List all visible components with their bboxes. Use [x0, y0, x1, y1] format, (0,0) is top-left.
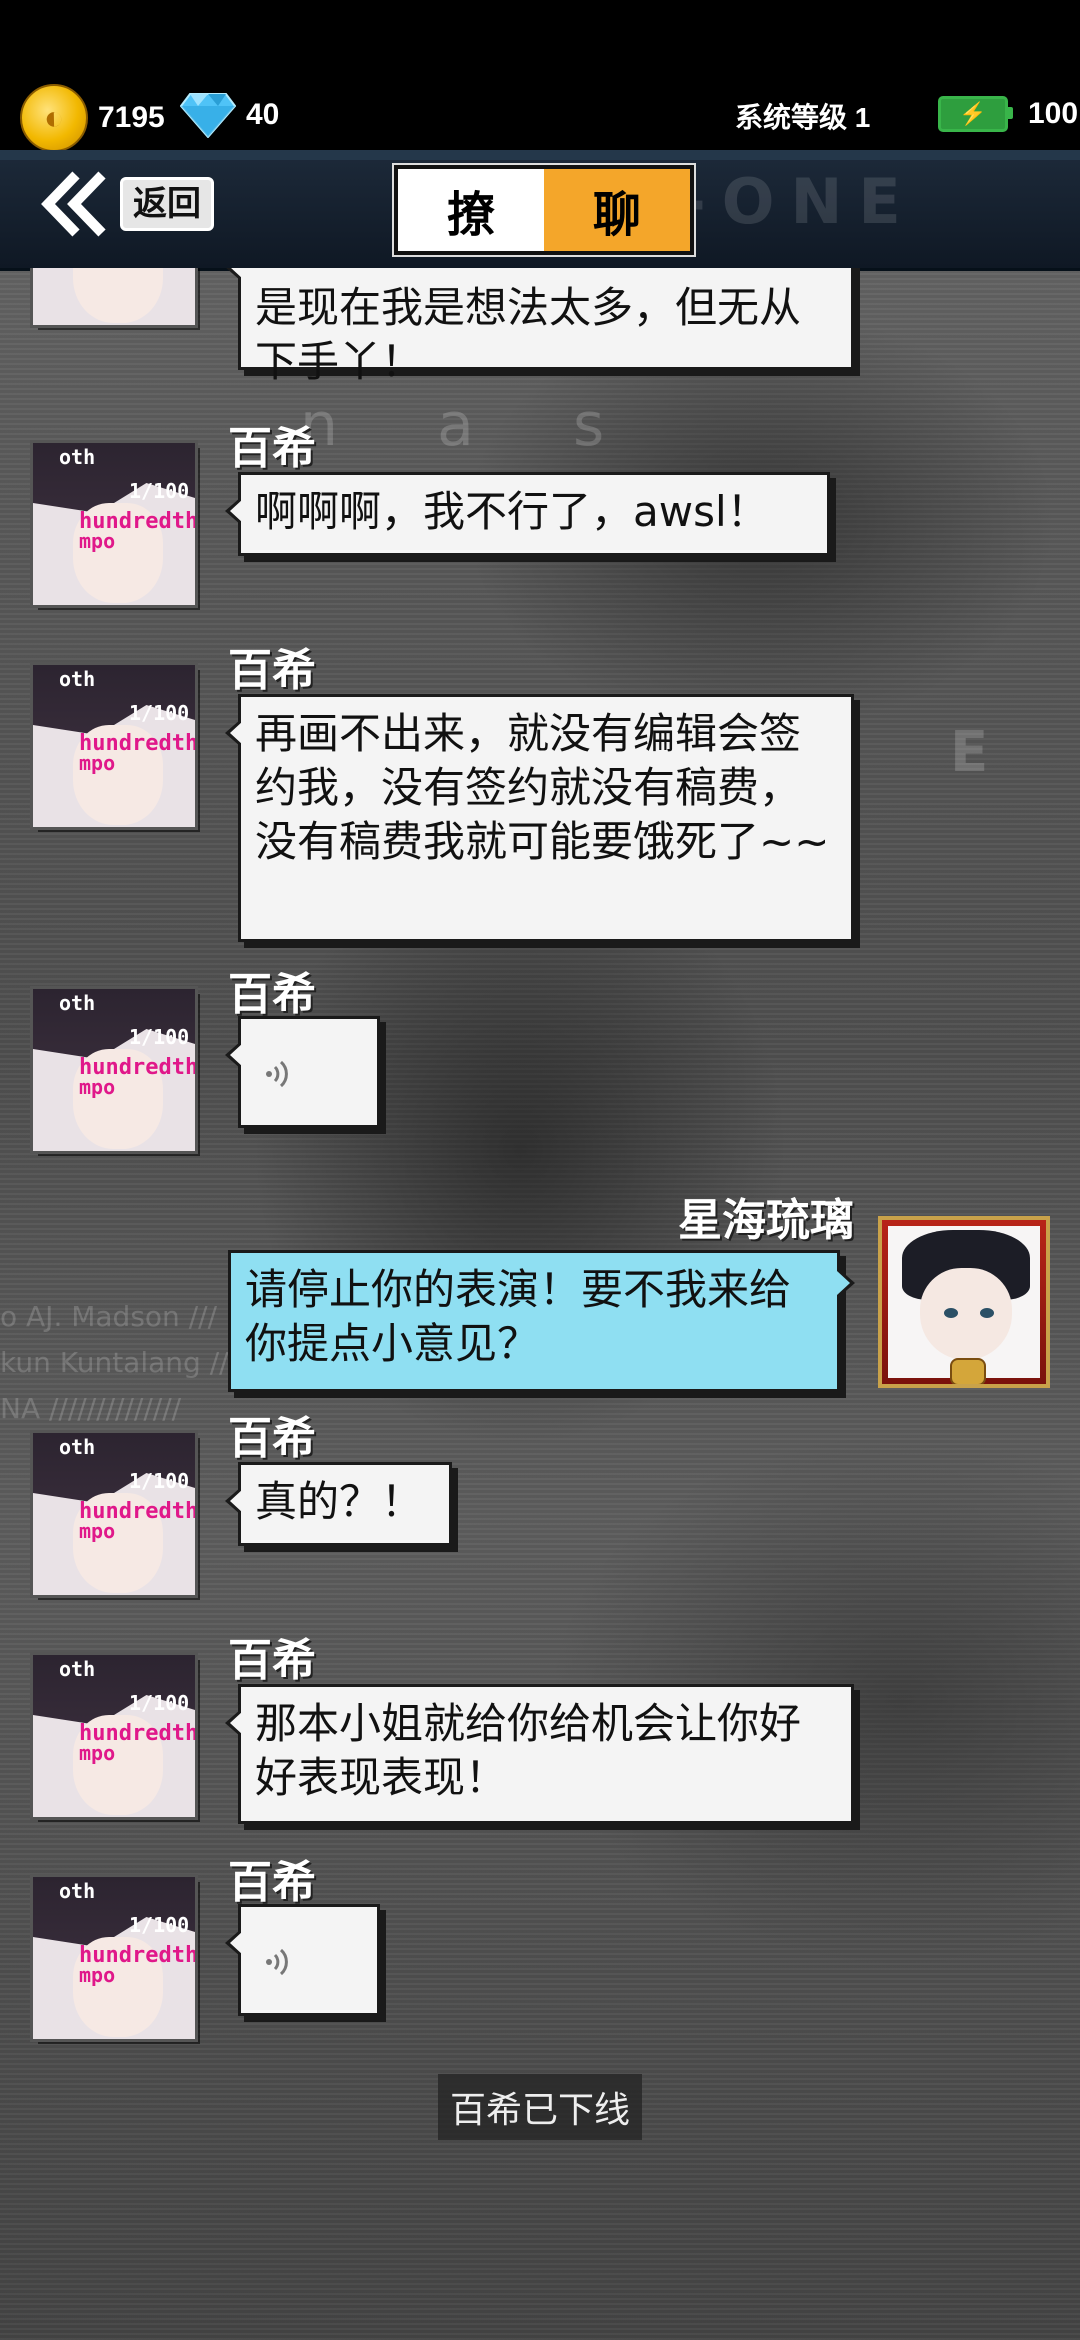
energy-value: 100	[1028, 97, 1079, 130]
message-text: 啊啊啊，我不行了，awsl！	[255, 487, 769, 536]
voice-message-bubble[interactable]	[225, 1904, 380, 2016]
diamond-icon	[180, 92, 236, 138]
back-button[interactable]: 返回	[36, 168, 214, 240]
message-text: 那本小姐就给你给机会让你好好表现表现！	[255, 1699, 802, 1802]
offline-notice: 百希已下线	[438, 2074, 642, 2140]
coin-icon: ◐	[20, 84, 88, 152]
battery-icon: ⚡	[938, 96, 1013, 132]
partner-avatar[interactable]: oth 1/100 hundredth mpo	[30, 986, 198, 1154]
coin-counter: ◐ 7195	[20, 84, 165, 152]
partner-avatar[interactable]: oth 1/100 hundredth mpo	[30, 1430, 198, 1598]
partner-avatar[interactable]: oth 1/100 hundredth mpo	[30, 440, 198, 608]
my-avatar[interactable]	[878, 1216, 1050, 1388]
message-bubble[interactable]: 再画不出来，就没有编辑会签约我，没有签约就没有稿费，没有稿费我就可能要饿死了~~	[225, 694, 854, 942]
sender-name: 百希	[228, 1413, 316, 1464]
message-text: 再画不出来，就没有编辑会签约我，没有签约就没有稿费，没有稿费我就可能要饿死了~~	[255, 709, 830, 866]
sender-name: 百希	[228, 1635, 316, 1686]
sender-name: 百希	[228, 969, 316, 1020]
voice-icon	[266, 1060, 288, 1088]
message-bubble[interactable]: 请停止你的表演！要不我来给你提点小意见？	[228, 1250, 855, 1392]
system-level: 系统等级 1	[735, 102, 871, 133]
message-bubble[interactable]: 那本小姐就给你给机会让你好好表现表现！	[225, 1684, 854, 1824]
chat-log[interactable]: mpo 是现在我是想法太多，但无从下手丫！ 百希 oth 1/100 hundr…	[0, 268, 1080, 2340]
message-text: 真的？！	[255, 1477, 424, 1526]
sender-name: 百希	[228, 1857, 316, 1908]
message-text: 请停止你的表演！要不我来给你提点小意见？	[245, 1265, 792, 1368]
coin-value: 7195	[98, 101, 165, 134]
partner-avatar[interactable]: oth 1/100 hundredth mpo	[30, 1652, 198, 1820]
message-bubble[interactable]: 是现在我是想法太多，但无从下手丫！	[225, 268, 854, 386]
gem-counter: 40	[180, 92, 279, 138]
gem-value: 40	[246, 98, 280, 131]
partner-avatar[interactable]: oth 1/100 hundredth mpo	[30, 1874, 198, 2042]
sender-name: 百希	[228, 645, 316, 696]
title-left: 撩	[398, 169, 544, 251]
voice-icon	[266, 1948, 288, 1976]
title-right: 聊	[544, 169, 690, 251]
header-watermark: -ONE	[680, 165, 917, 238]
sender-name: 百希	[228, 423, 316, 474]
energy-counter: ⚡ 100	[938, 96, 1078, 132]
partner-avatar[interactable]: mpo	[30, 268, 198, 328]
sender-name: 星海琉璃	[678, 1195, 854, 1246]
page-title: 撩 聊	[394, 165, 694, 255]
message-text: 是现在我是想法太多，但无从下手丫！	[255, 283, 802, 386]
message-bubble[interactable]: 啊啊啊，我不行了，awsl！	[225, 472, 830, 556]
back-label: 返回	[120, 177, 214, 231]
double-chevron-left-icon	[41, 171, 106, 237]
partner-avatar[interactable]: oth 1/100 hundredth mpo	[30, 662, 198, 830]
message-bubble[interactable]: 真的？！	[225, 1462, 452, 1546]
voice-message-bubble[interactable]	[225, 1016, 380, 1128]
